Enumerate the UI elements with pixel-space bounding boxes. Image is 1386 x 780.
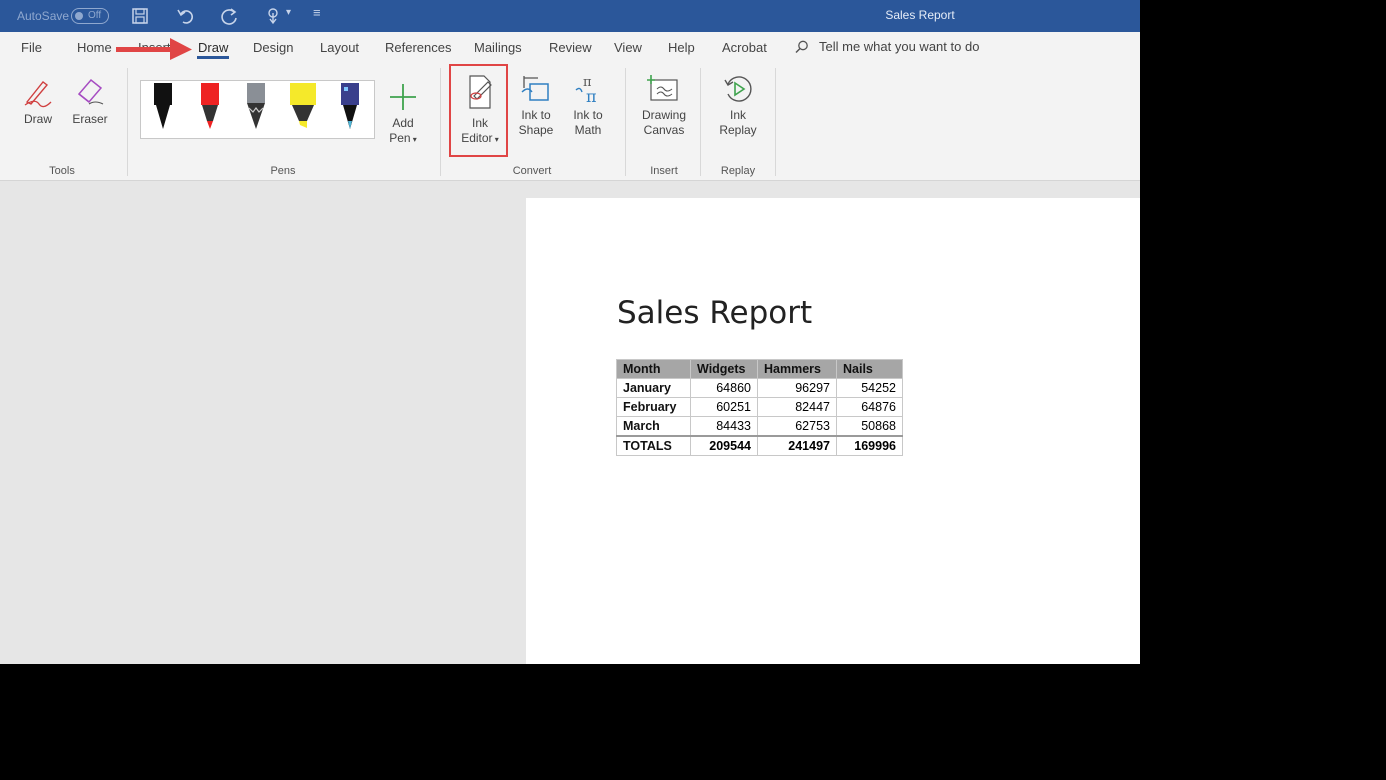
table-cell[interactable]: TOTALS — [616, 435, 691, 456]
add-pen-label-line1: Add — [392, 116, 414, 130]
tell-me-label: Tell me what you want to do — [819, 39, 980, 54]
save-icon[interactable] — [130, 6, 150, 26]
search-icon — [795, 40, 808, 53]
draw-button[interactable]: Draw — [18, 74, 58, 127]
document-page[interactable]: Sales Report Month Widgets Hammers Nails… — [526, 198, 1140, 664]
group-label-replay: Replay — [720, 165, 756, 177]
table-cell[interactable]: 82447 — [757, 397, 837, 417]
eraser-label: Eraser — [72, 112, 108, 126]
table-cell[interactable]: March — [616, 416, 691, 437]
tab-acrobat[interactable]: Acrobat — [722, 40, 767, 55]
table-cell[interactable]: January — [616, 378, 691, 398]
undo-icon[interactable] — [175, 6, 195, 26]
table-totals-row: TOTALS 209544 241497 169996 — [616, 435, 903, 456]
pen-gallery — [140, 80, 375, 139]
table-cell[interactable]: 84433 — [690, 416, 758, 437]
tab-help[interactable]: Help — [668, 40, 695, 55]
table-cell[interactable]: 96297 — [757, 378, 837, 398]
pen-red[interactable] — [201, 83, 219, 129]
table-header-cell[interactable]: Hammers — [757, 359, 837, 379]
active-tab-indicator — [197, 56, 229, 59]
pen-galaxy[interactable] — [341, 83, 359, 129]
ribbon: Draw Eraser Tools Add Pen ▾ Pens Ink Edi… — [0, 64, 1140, 181]
customize-qat-icon[interactable]: ≡ — [313, 5, 333, 25]
plus-icon — [390, 84, 416, 110]
document-heading[interactable]: Sales Report — [617, 295, 812, 331]
autosave-toggle[interactable]: Off — [71, 8, 109, 24]
tab-review[interactable]: Review — [549, 40, 592, 55]
table-header-cell[interactable]: Widgets — [690, 359, 758, 379]
ink-to-shape-button[interactable]: Ink to Shape — [516, 74, 556, 138]
group-label-pens: Pens — [270, 165, 296, 177]
table-cell[interactable]: 54252 — [836, 378, 903, 398]
ink-to-shape-label-line1: Ink to — [521, 108, 551, 122]
group-label-convert: Convert — [512, 165, 552, 177]
chevron-down-icon[interactable]: ▾ — [286, 7, 306, 27]
autosave-label: AutoSave — [17, 9, 70, 23]
ink-to-shape-icon — [521, 76, 549, 101]
group-label-insert: Insert — [650, 165, 678, 177]
table-cell[interactable]: 50868 — [836, 416, 903, 437]
tab-design[interactable]: Design — [253, 40, 293, 55]
tab-draw[interactable]: Draw — [198, 40, 228, 55]
ink-editor-highlight-box — [449, 64, 508, 157]
ink-replay-button[interactable]: Ink Replay — [716, 74, 760, 138]
svg-text:π: π — [586, 87, 597, 104]
pen-yellow-highlighter[interactable] — [290, 83, 316, 128]
ink-to-math-label-line1: Ink to — [573, 108, 603, 122]
redo-icon[interactable] — [220, 6, 240, 26]
add-pen-button[interactable]: Add Pen ▾ — [383, 82, 423, 147]
ink-replay-label-line2: Replay — [719, 123, 757, 137]
ink-to-math-button[interactable]: π π Ink to Math — [568, 74, 608, 138]
tab-view[interactable]: View — [614, 40, 642, 55]
eraser-button[interactable]: Eraser — [70, 74, 110, 127]
pen-draw-icon — [24, 81, 52, 108]
draw-label: Draw — [23, 112, 52, 126]
drawing-canvas-label-line2: Canvas — [643, 123, 685, 137]
title-bar: AutoSave Off ▾ ≡ Sales Report — [0, 0, 1140, 32]
sales-table[interactable]: Month Widgets Hammers Nails January 6486… — [616, 359, 903, 456]
tab-home[interactable]: Home — [77, 40, 112, 55]
table-cell[interactable]: 169996 — [836, 435, 903, 456]
table-cell[interactable]: 64860 — [690, 378, 758, 398]
ink-to-shape-label-line2: Shape — [518, 123, 554, 137]
tab-mailings[interactable]: Mailings — [474, 40, 522, 55]
document-title: Sales Report — [885, 8, 955, 22]
ink-to-math-label-line2: Math — [574, 123, 602, 137]
table-row: January 64860 96297 54252 — [616, 378, 903, 398]
ink-to-math-icon: π π — [575, 75, 597, 104]
table-cell[interactable]: 64876 — [836, 397, 903, 417]
drawing-canvas-icon — [647, 75, 678, 101]
tab-references[interactable]: References — [385, 40, 451, 55]
word-window: AutoSave Off ▾ ≡ Sales Report File Home — [0, 0, 1140, 664]
table-header-cell[interactable]: Month — [616, 359, 691, 379]
group-label-tools: Tools — [49, 165, 75, 177]
drawing-canvas-label-line1: Drawing — [641, 108, 686, 122]
table-header-cell[interactable]: Nails — [836, 359, 903, 379]
table-cell[interactable]: 241497 — [757, 435, 837, 456]
table-row: February 60251 82447 64876 — [616, 397, 903, 417]
annotation-arrow-icon — [116, 38, 192, 60]
add-pen-label-line2: Pen — [389, 131, 411, 145]
tab-layout[interactable]: Layout — [320, 40, 359, 55]
ink-replay-label-line1: Ink — [729, 108, 746, 122]
tell-me-search[interactable]: Tell me what you want to do — [795, 39, 979, 54]
table-header-row: Month Widgets Hammers Nails — [616, 359, 903, 379]
chevron-down-icon: ▾ — [410, 135, 417, 144]
tab-file[interactable]: File — [21, 40, 42, 55]
table-row: March 84433 62753 50868 — [616, 416, 903, 437]
drawing-canvas-button[interactable]: Drawing Canvas — [638, 74, 690, 138]
eraser-icon — [77, 78, 104, 105]
touch-mode-icon[interactable] — [264, 6, 284, 26]
autosave-state: Off — [88, 10, 102, 21]
table-cell[interactable]: 62753 — [757, 416, 837, 437]
pen-black[interactable] — [154, 83, 172, 129]
pen-gray-pencil[interactable] — [247, 83, 265, 129]
table-cell[interactable]: 209544 — [690, 435, 758, 456]
ink-replay-icon — [724, 76, 752, 102]
table-cell[interactable]: February — [616, 397, 691, 417]
table-cell[interactable]: 60251 — [690, 397, 758, 417]
